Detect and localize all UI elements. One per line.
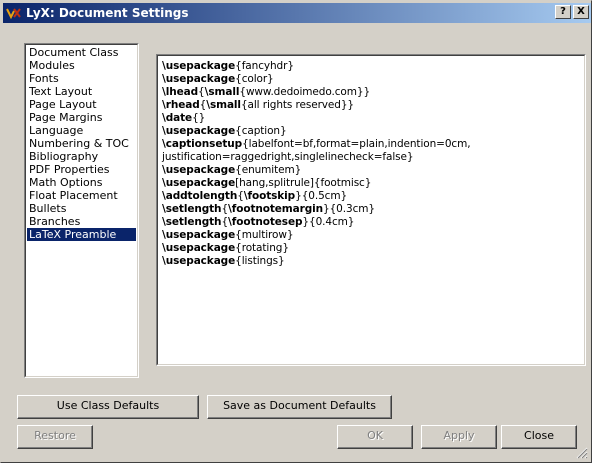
sidebar-item[interactable]: Math Options bbox=[27, 176, 136, 189]
latex-argument: { bbox=[198, 86, 205, 98]
latex-command: \usepackage bbox=[162, 242, 236, 254]
sidebar-item[interactable]: Language bbox=[27, 124, 136, 137]
preamble-line: \usepackage{rotating} bbox=[162, 242, 580, 255]
sidebar-item[interactable]: Fonts bbox=[27, 72, 136, 85]
latex-command: \lhead bbox=[162, 86, 199, 98]
latex-command: \footnotemargin bbox=[228, 203, 324, 215]
window-title: LyX: Document Settings bbox=[26, 6, 189, 20]
latex-argument: {fancyhdr} bbox=[235, 60, 294, 72]
preamble-line: justification=raggedright,singlelinechec… bbox=[162, 151, 580, 164]
preamble-line: \usepackage{listings} bbox=[162, 255, 580, 268]
sidebar-item[interactable]: Page Margins bbox=[27, 111, 136, 124]
preamble-line: \date{} bbox=[162, 112, 580, 125]
apply-button[interactable]: Apply bbox=[421, 425, 497, 449]
latex-command: \captionsetup bbox=[162, 138, 243, 150]
preamble-line: \rhead{\small{all rights reserved}} bbox=[162, 99, 580, 112]
latex-argument: {caption} bbox=[235, 125, 287, 137]
restore-button[interactable]: Restore bbox=[17, 425, 93, 449]
lyx-logo-icon bbox=[6, 5, 22, 21]
latex-argument: {color} bbox=[235, 73, 274, 85]
preamble-line: \usepackage{enumitem} bbox=[162, 164, 580, 177]
sidebar-item[interactable]: Float Placement bbox=[27, 189, 136, 202]
sidebar-item[interactable]: Document Class bbox=[27, 46, 136, 59]
preamble-line: \usepackage[hang,splitrule]{footmisc} bbox=[162, 177, 580, 190]
latex-argument: {labelfont=bf,format=plain,indention=0cm… bbox=[242, 138, 471, 150]
latex-argument: }{0.3cm} bbox=[323, 203, 375, 215]
sidebar-item[interactable]: Text Layout bbox=[27, 85, 136, 98]
latex-command: \footskip bbox=[243, 190, 296, 202]
latex-argument: {all rights reserved}} bbox=[240, 99, 354, 111]
ok-button[interactable]: OK bbox=[337, 425, 413, 449]
use-class-defaults-button[interactable]: Use Class Defaults bbox=[17, 395, 199, 419]
latex-argument: {multirow} bbox=[235, 229, 294, 241]
sidebar-item[interactable]: Bullets bbox=[27, 202, 136, 215]
preamble-line: \setlength{\footnotesep}{0.4cm} bbox=[162, 216, 580, 229]
latex-command: \usepackage bbox=[162, 60, 236, 72]
sidebar-item[interactable]: Branches bbox=[27, 215, 136, 228]
latex-preamble-text[interactable]: \usepackage{fancyhdr} \usepackage{color} \… bbox=[157, 55, 585, 365]
latex-command: \footnotesep bbox=[228, 216, 303, 228]
preamble-line: \usepackage{fancyhdr} bbox=[162, 60, 580, 73]
latex-command: \setlength bbox=[162, 203, 222, 215]
resize-grip-icon[interactable] bbox=[576, 447, 588, 459]
latex-command: \setlength bbox=[162, 216, 222, 228]
save-as-document-defaults-button[interactable]: Save as Document Defaults bbox=[207, 395, 392, 419]
sidebar-item[interactable]: Modules bbox=[27, 59, 136, 72]
latex-command: \usepackage bbox=[162, 229, 236, 241]
latex-argument: {listings} bbox=[235, 255, 285, 267]
title-bar[interactable]: LyX: Document Settings ? X bbox=[3, 3, 591, 23]
close-window-button[interactable]: X bbox=[573, 5, 589, 19]
latex-command: \usepackage bbox=[162, 255, 236, 267]
preamble-line: \usepackage{multirow} bbox=[162, 229, 580, 242]
help-button[interactable]: ? bbox=[555, 5, 571, 19]
preamble-line: \captionsetup{labelfont=bf,format=plain,… bbox=[162, 138, 580, 151]
sidebar-item[interactable]: Page Layout bbox=[27, 98, 136, 111]
preamble-line: \setlength{\footnotemargin}{0.3cm} bbox=[162, 203, 580, 216]
settings-category-list-inner: Document Class Modules Fonts Text Layout Pag… bbox=[25, 44, 138, 377]
latex-preamble-editor[interactable]: \usepackage{fancyhdr} \usepackage{color} \… bbox=[156, 54, 586, 366]
latex-argument: }{0.4cm} bbox=[302, 216, 355, 228]
preamble-line: \addtolength{\footskip}{0.5cm} bbox=[162, 190, 580, 203]
latex-command: \small bbox=[206, 99, 241, 111]
sidebar-item[interactable]: PDF Properties bbox=[27, 163, 136, 176]
settings-category-list[interactable]: Document Class Modules Fonts Text Layout Pag… bbox=[24, 43, 139, 378]
latex-command: \usepackage bbox=[162, 73, 236, 85]
latex-argument: [hang,splitrule]{footmisc} bbox=[235, 177, 372, 189]
preamble-line: \usepackage{caption} bbox=[162, 125, 580, 138]
latex-command: \usepackage bbox=[162, 125, 236, 137]
latex-command: \usepackage bbox=[162, 177, 236, 189]
sidebar-item[interactable]: Bibliography bbox=[27, 150, 136, 163]
document-settings-window: LyX: Document Settings ? X Document Clas… bbox=[0, 0, 592, 463]
latex-argument: {www.dedoimedo.com}} bbox=[239, 86, 371, 98]
preamble-line: \lhead{\small{www.dedoimedo.com}} bbox=[162, 86, 580, 99]
sidebar-item[interactable]: Numbering & TOC bbox=[27, 137, 136, 150]
latex-argument: {} bbox=[192, 112, 206, 124]
preamble-line: \usepackage{color} bbox=[162, 73, 580, 86]
latex-argument: }{0.5cm} bbox=[295, 190, 348, 202]
latex-argument: {rotating} bbox=[235, 242, 289, 254]
latex-argument: { bbox=[237, 190, 244, 202]
latex-command: \rhead bbox=[162, 99, 200, 111]
latex-argument: justification=raggedright,singlelinechec… bbox=[162, 151, 414, 163]
sidebar-item[interactable]: LaTeX Preamble bbox=[27, 228, 136, 241]
latex-argument: {enumitem} bbox=[235, 164, 302, 176]
close-button[interactable]: Close bbox=[501, 425, 577, 449]
latex-command: \addtolength bbox=[162, 190, 238, 202]
latex-command: \usepackage bbox=[162, 164, 236, 176]
latex-command: \small bbox=[204, 86, 240, 98]
latex-command: \date bbox=[162, 112, 193, 124]
